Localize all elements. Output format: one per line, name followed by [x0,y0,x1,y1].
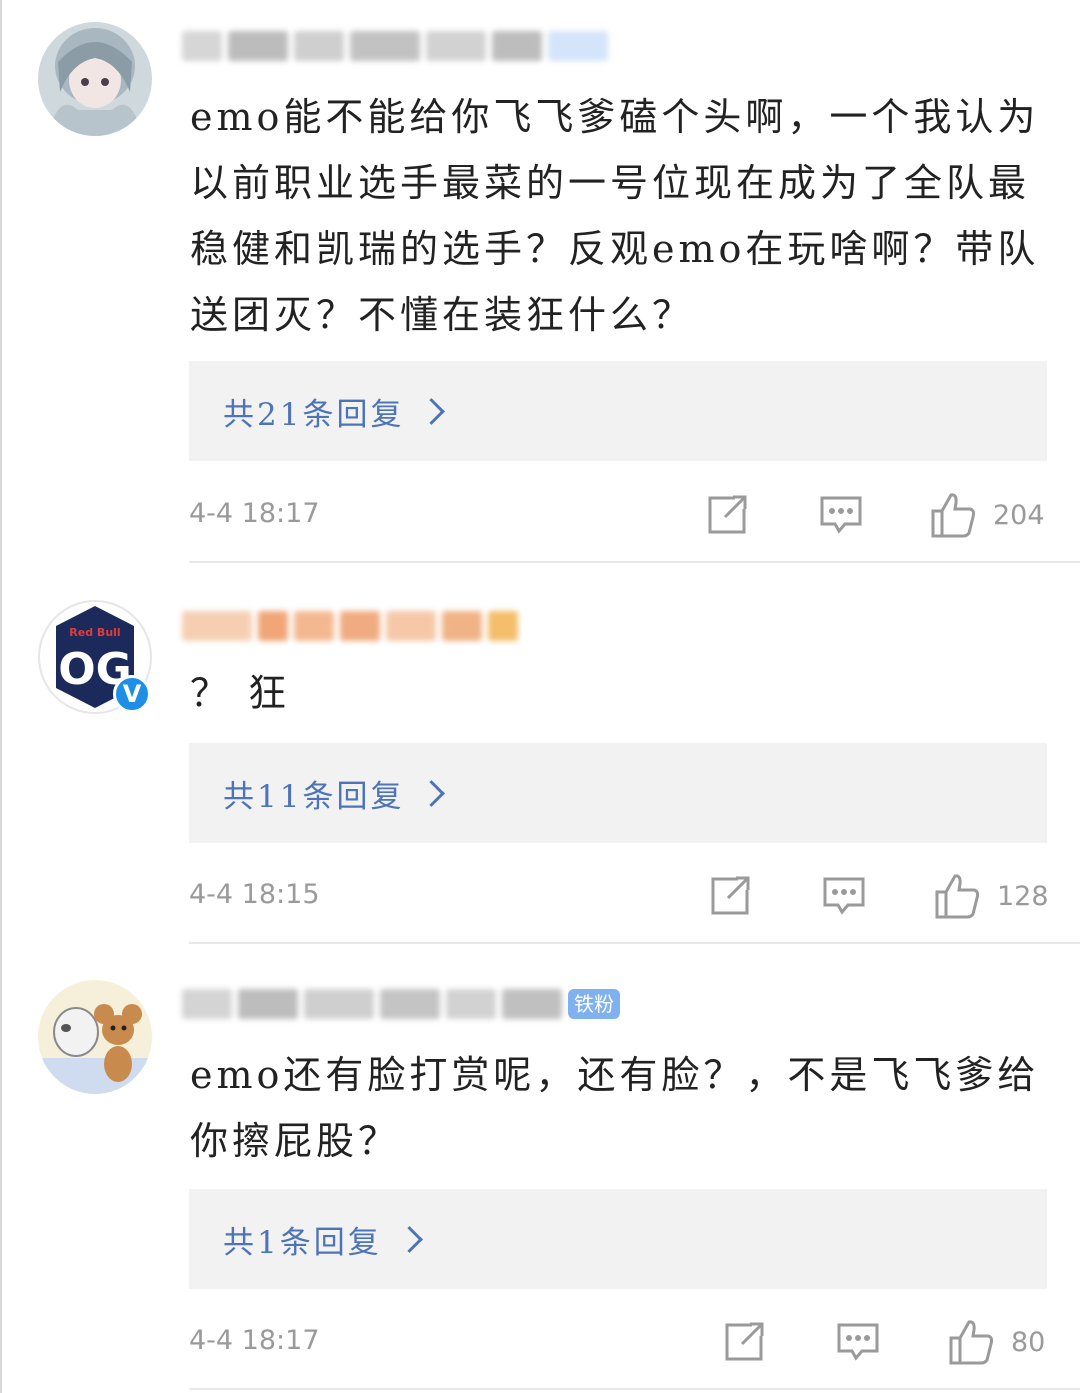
username-blurred[interactable] [182,24,608,68]
comment-text: emo还有脸打赏呢，还有脸？，不是飞飞爹给你擦屁股？ [190,1053,1040,1163]
avatar[interactable] [38,22,152,136]
comment-footer: 4-4 18:17 80 [189,1317,1047,1367]
verified-badge: V [113,675,151,713]
view-replies-button[interactable]: 共21条回复 [189,361,1047,461]
comment-button[interactable] [822,871,866,921]
like-icon [935,874,980,919]
share-icon [708,495,747,534]
comment-footer: 4-4 18:17 204 [189,490,1047,540]
share-button[interactable] [722,1317,766,1367]
like-count: 128 [997,880,1049,912]
username-blurred[interactable]: 铁粉 [182,982,620,1026]
reply-count-label: 共1条回复 [223,1224,382,1261]
divider [189,561,1080,563]
username-blurred[interactable] [182,604,518,648]
divider [189,1388,1080,1390]
like-count: 204 [993,499,1045,531]
like-button[interactable]: 204 [929,490,1045,540]
chevron-right-icon [395,1225,423,1253]
comment-icon [820,496,862,534]
comment-footer: 4-4 18:15 128 [189,871,1049,921]
divider [189,942,1080,944]
reply-count-label: 共21条回复 [223,396,405,433]
timestamp: 4-4 18:15 [189,879,320,910]
avatar[interactable] [38,980,152,1094]
comment-button[interactable] [836,1317,880,1367]
timestamp: 4-4 18:17 [189,498,320,529]
share-icon [711,876,750,915]
timestamp: 4-4 18:17 [189,1325,320,1356]
share-button[interactable] [708,871,752,921]
fan-badge: 铁粉 [568,989,620,1019]
like-icon [931,493,976,538]
chevron-right-icon [418,779,446,807]
comment-text: emo能不能给你飞飞爹磕个头啊，一个我认为以前职业选手最菜的一号位现在成为了全队… [190,95,1040,337]
anime-girl-avatar-icon [38,22,152,136]
like-button[interactable]: 128 [933,871,1049,921]
view-replies-button[interactable]: 共11条回复 [189,743,1047,843]
reply-count-label: 共11条回复 [223,778,405,815]
comment-text: ？ 狂 [190,671,291,715]
comment-icon [823,877,865,915]
like-icon [949,1320,994,1365]
share-icon [725,1322,764,1361]
comment-button[interactable] [819,490,863,540]
like-count: 80 [1011,1326,1046,1358]
tom-and-jerry-avatar-icon [38,980,152,1094]
chevron-right-icon [418,397,446,425]
like-button[interactable]: 80 [947,1317,1045,1367]
comment-icon [837,1323,879,1361]
view-replies-button[interactable]: 共1条回复 [189,1189,1047,1289]
og-brand-label: Red Bull [69,626,120,639]
share-button[interactable] [705,490,749,540]
